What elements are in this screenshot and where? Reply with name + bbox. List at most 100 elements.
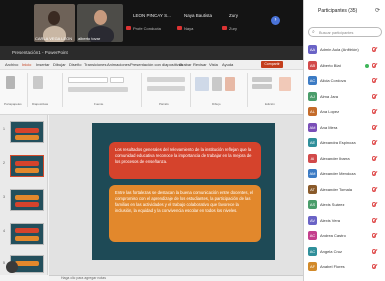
slide-text-box-red[interactable]: Los resultados generales del relevamient… <box>109 142 261 179</box>
mic-off-icon[interactable] <box>372 124 376 130</box>
paragraph-icons[interactable] <box>147 77 185 82</box>
avatar: AC <box>308 246 317 256</box>
participant-name: Anabel Flores <box>320 264 345 269</box>
participant-row[interactable]: AC Andrea Castro <box>304 228 385 244</box>
participant-name: Alma Jara <box>320 93 339 99</box>
share-button[interactable]: Compartir <box>261 61 283 68</box>
thumb-bar <box>15 135 39 140</box>
ribbon-group-label: Edición <box>265 102 275 106</box>
participant-row[interactable]: AA Admin Aula (Anfitrión) <box>304 42 385 58</box>
avatar: AC <box>308 76 317 85</box>
quick-styles-icon[interactable] <box>225 77 235 91</box>
menu-insertar[interactable]: Insertar <box>36 62 50 67</box>
participant-row[interactable]: AV Alexis Vera <box>304 213 385 229</box>
mic-off-icon[interactable] <box>372 248 376 254</box>
arrange-icon[interactable] <box>212 77 222 91</box>
participant-row[interactable]: AS Alexis Suárez <box>304 197 385 213</box>
avatar: AC <box>308 231 317 240</box>
avatar: AM <box>308 169 317 178</box>
mic-off-icon[interactable] <box>372 202 376 207</box>
refresh-icon[interactable]: ⟳ <box>375 7 380 14</box>
menu-ayuda[interactable]: Ayuda <box>222 62 233 67</box>
menu-transiciones[interactable]: Transiciones <box>84 62 107 67</box>
thumb-bar <box>15 128 39 133</box>
participant-row[interactable]: AJ Alma Jara <box>304 89 385 105</box>
participant-row[interactable]: AL Ana Lopez <box>304 104 385 120</box>
menu-animaciones[interactable]: Animaciones <box>107 62 130 67</box>
video-strip: CARLA VEGA LEON alberto tovar LEON PINCA… <box>0 0 303 46</box>
menu-archivo[interactable]: Archivo <box>5 62 18 67</box>
participant-tag-1: Profe Conducta <box>133 26 161 31</box>
menu-presentacion[interactable]: Presentación con diapositivas <box>130 62 183 67</box>
mic-off-icon[interactable] <box>372 62 376 68</box>
ribbon-group-label: Dibujo <box>212 102 221 106</box>
slide-thumbnail-1[interactable] <box>10 121 44 143</box>
align-icons[interactable] <box>147 86 185 91</box>
participant-name: Alexis Vera <box>320 217 341 223</box>
participant-head <box>48 11 60 25</box>
search-icon: ⌕ <box>312 29 315 35</box>
mic-off-icon[interactable] <box>372 155 376 161</box>
replace-icon[interactable] <box>252 84 272 89</box>
slide-text-box-orange[interactable]: Entre las fortalezas se destacan la buen… <box>109 185 261 242</box>
menu-revisar[interactable]: Revisar <box>193 62 207 67</box>
find-icon[interactable] <box>252 77 272 82</box>
participant-row[interactable]: AC Angela Cruz <box>304 244 385 260</box>
menu-grabar[interactable]: Grabar <box>179 62 191 67</box>
menu-diseno[interactable]: Diseño <box>69 62 81 67</box>
participant-name: Ana Mera <box>320 124 338 130</box>
video-tile-1[interactable]: CARLA VEGA LEON <box>34 4 75 42</box>
participant-row[interactable]: AC Alicia Cordova <box>304 73 385 89</box>
tile-name: alberto tovar <box>78 36 101 41</box>
mic-off-icon[interactable] <box>372 140 376 145</box>
panel-title: Participantes (35) <box>318 8 358 14</box>
participant-head <box>94 10 107 25</box>
slide-thumbnail-2[interactable] <box>10 155 44 177</box>
mic-off-icon[interactable] <box>372 171 376 176</box>
participant-search-input[interactable]: ⌕ Buscar participantes <box>308 27 382 37</box>
participant-row[interactable]: AM Alexander Mendoza <box>304 166 385 182</box>
slide-number: 4 <box>3 229 5 233</box>
font-size-box[interactable] <box>110 77 124 83</box>
video-tile-2[interactable]: alberto tovar <box>77 4 123 42</box>
next-page-button[interactable]: › <box>271 16 280 25</box>
window-titlebar: Presentación1 - PowerPoint <box>0 46 303 60</box>
slide-thumbnail-3[interactable] <box>10 189 44 211</box>
paste-icon[interactable] <box>6 76 15 89</box>
mic-off-icon[interactable] <box>372 264 376 269</box>
participant-name-1[interactable]: LEON PINCAY S... <box>133 13 171 18</box>
participant-row[interactable]: AI Alexander Ibarra <box>304 151 385 167</box>
menu-vista[interactable]: Vista <box>209 62 218 67</box>
menu-inicio[interactable]: Inicio <box>22 62 31 67</box>
participant-row[interactable]: AB Alberto Blat <box>304 58 385 74</box>
participant-row[interactable]: AF Anabel Flores <box>304 259 385 275</box>
participant-name-2[interactable]: Naya Bautista <box>184 13 212 18</box>
participant-row[interactable]: AM Ana Mera <box>304 120 385 136</box>
mic-off-icon[interactable] <box>372 186 376 192</box>
notes-bar[interactable]: Haga clic para agregar notas <box>49 275 303 281</box>
mic-off-icon[interactable] <box>372 93 376 99</box>
current-slide[interactable]: Los resultados generales del relevamient… <box>92 123 275 260</box>
ribbon-group-label: Portapapeles <box>4 102 22 106</box>
mic-off-icon[interactable] <box>372 217 376 223</box>
font-format-icons[interactable] <box>68 87 128 92</box>
thumb-bar <box>15 168 39 173</box>
participant-row[interactable]: AE Alexandra Espinoza <box>304 135 385 151</box>
participant-name-3[interactable]: Zury <box>229 13 238 18</box>
designer-icon[interactable] <box>279 77 291 91</box>
menu-dibujar[interactable]: Dibujar <box>53 62 66 67</box>
avatar: AI <box>308 153 317 163</box>
mic-off-icon[interactable] <box>372 47 376 52</box>
participant-row[interactable]: AT Alexander Tomala <box>304 182 385 198</box>
mic-off-icon[interactable] <box>372 233 376 238</box>
new-slide-icon[interactable] <box>33 76 43 89</box>
shapes-icon[interactable] <box>195 77 209 91</box>
slide-thumbnail-4[interactable] <box>10 223 44 245</box>
font-name-box[interactable] <box>68 77 108 83</box>
notes-placeholder: Haga clic para agregar notas <box>61 276 106 280</box>
ribbon-group-parrafo: Párrafo <box>143 73 191 107</box>
mic-off-icon[interactable] <box>372 78 376 83</box>
mic-off-icon[interactable] <box>372 109 376 114</box>
avatar: AV <box>308 215 317 225</box>
thumb-bar <box>15 228 39 233</box>
